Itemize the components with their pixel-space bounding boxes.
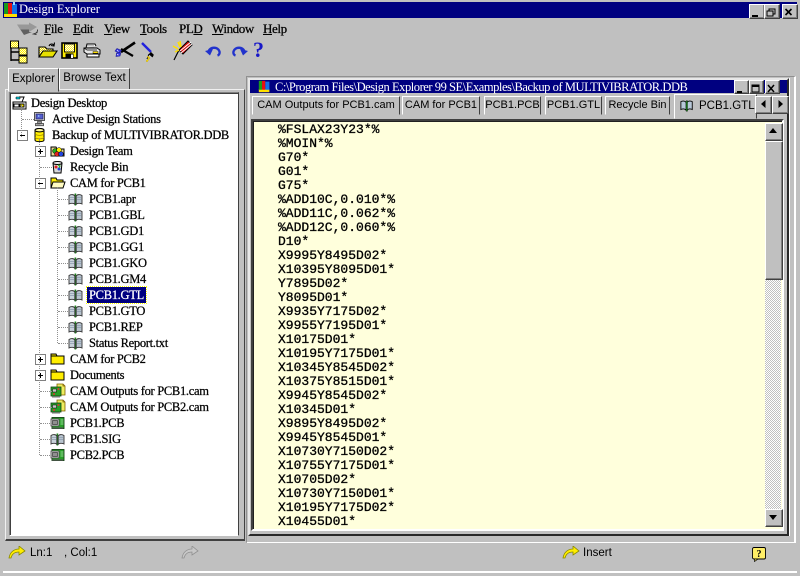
svg-text:?: ? bbox=[757, 549, 762, 560]
